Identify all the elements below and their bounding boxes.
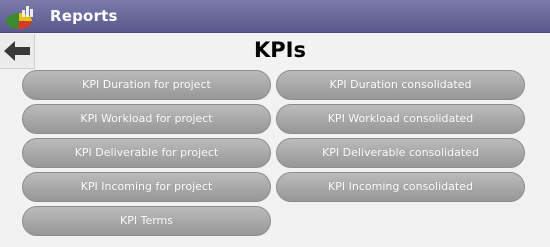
title-bar: Reports: [0, 0, 550, 33]
kpi-terms-button[interactable]: KPI Terms: [22, 206, 271, 236]
kpi-deliverable-project-button[interactable]: KPI Deliverable for project: [22, 138, 271, 168]
kpi-workload-project-button[interactable]: KPI Workload for project: [22, 104, 271, 134]
kpi-incoming-consolidated-button[interactable]: KPI Incoming consolidated: [276, 172, 525, 202]
kpi-deliverable-consolidated-button[interactable]: KPI Deliverable consolidated: [276, 138, 525, 168]
kpi-workload-consolidated-button[interactable]: KPI Workload consolidated: [276, 104, 525, 134]
kpi-incoming-project-button[interactable]: KPI Incoming for project: [22, 172, 271, 202]
kpi-duration-consolidated-button[interactable]: KPI Duration consolidated: [276, 70, 525, 100]
app-title: Reports: [50, 7, 118, 25]
reports-chart-icon: [4, 3, 38, 31]
page-title: KPIs: [254, 38, 306, 62]
kpi-duration-project-button[interactable]: KPI Duration for project: [22, 70, 271, 100]
